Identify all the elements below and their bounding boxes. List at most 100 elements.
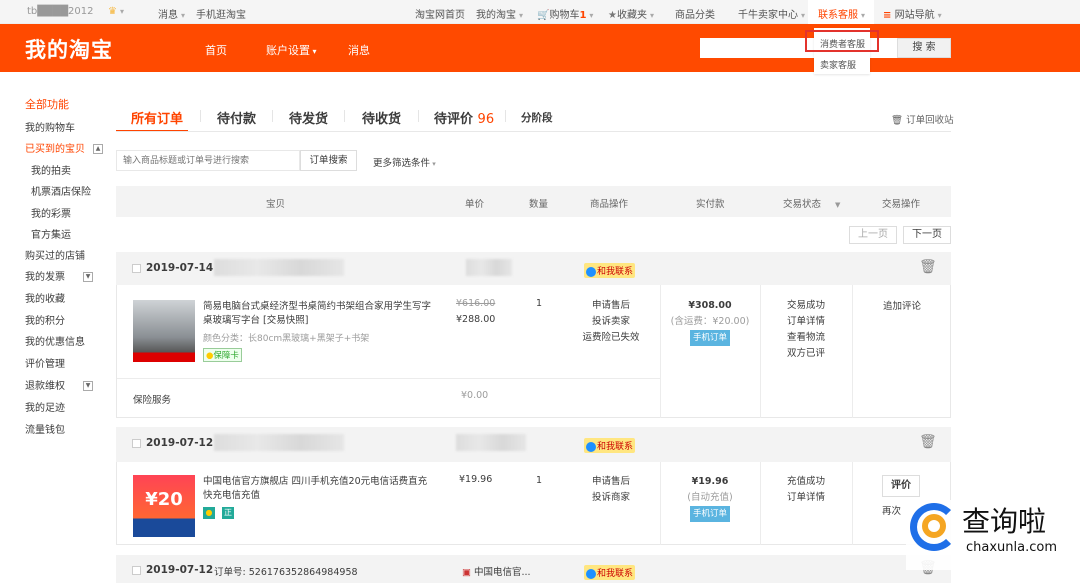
contact-seller-button[interactable]: 和我联系 bbox=[584, 438, 636, 453]
sidebar-item-bought[interactable]: 已买到的宝贝 ▲ bbox=[25, 140, 103, 155]
complain-seller-link[interactable]: 投诉卖家 bbox=[567, 314, 655, 330]
menu-icon: ≡ bbox=[883, 10, 892, 21]
highlight-box bbox=[805, 30, 879, 52]
sidebar-item-refund[interactable]: 退款维权 ▼ bbox=[25, 377, 93, 392]
mobile-order-tag: 手机订单 bbox=[689, 506, 730, 522]
shop-name-blurred bbox=[456, 434, 526, 451]
recycle-bin-link[interactable]: 🗑 订单回收站 bbox=[891, 112, 954, 126]
nav-home[interactable]: 首页 bbox=[205, 42, 227, 58]
sidebar-item[interactable]: 购买过的店铺 bbox=[25, 247, 85, 262]
order-header: 2019-07-12 订单号: 526176352864984958 ▣ 中国电… bbox=[116, 555, 951, 583]
order-checkbox[interactable]: 2019-07-12 bbox=[132, 437, 213, 449]
sidebar-item[interactable]: 机票酒店保险 bbox=[31, 183, 91, 198]
status-cell: 充值成功 订单详情 bbox=[760, 474, 852, 506]
insurance-service-label: 保险服务 bbox=[133, 395, 172, 406]
sidebar-item[interactable]: 评价管理 bbox=[25, 355, 65, 370]
order-number-blurred bbox=[214, 434, 344, 451]
customer-service-menu[interactable]: 联系客服 ▾ bbox=[808, 0, 874, 24]
sidebar-item[interactable]: 我的彩票 bbox=[31, 205, 71, 220]
logo[interactable]: 我的淘宝 bbox=[25, 34, 113, 64]
delete-order-icon[interactable]: 🗑 bbox=[919, 259, 937, 275]
categories-link[interactable]: 商品分类 bbox=[675, 6, 715, 21]
order-body: 简易电脑台式桌经济型书桌简约书架组合家用学生写字桌玻璃写字台 [交易快照] 颜色… bbox=[116, 285, 951, 418]
expand-icon: ▼ bbox=[83, 272, 93, 282]
total-paid: ¥19.96 bbox=[691, 476, 729, 487]
shop-icon: ▣ bbox=[462, 567, 471, 578]
apply-after-sale-link[interactable]: 申请售后 bbox=[567, 298, 655, 314]
search-button[interactable]: 搜 索 bbox=[897, 38, 951, 58]
apply-after-sale-link[interactable]: 申请售后 bbox=[567, 474, 655, 490]
home-link[interactable]: 淘宝网首页 bbox=[415, 6, 465, 21]
sidebar-item[interactable]: 流量钱包 bbox=[25, 421, 65, 436]
view-logistics-link[interactable]: 查看物流 bbox=[760, 330, 852, 346]
product-actions: 申请售后 投诉商家 bbox=[567, 474, 655, 506]
order-details-link[interactable]: 订单详情 bbox=[760, 490, 852, 506]
contact-seller-button[interactable]: 和我联系 bbox=[584, 263, 636, 278]
expand-icon: ▼ bbox=[83, 381, 93, 391]
my-taobao-link[interactable]: 我的淘宝 ▾ bbox=[476, 6, 523, 21]
order-checkbox[interactable]: 2019-07-14 bbox=[132, 262, 213, 274]
messages-link[interactable]: 消息 ▾ bbox=[158, 6, 185, 21]
order-header: 2019-07-14 和我联系 🗑 bbox=[116, 252, 951, 285]
next-page-button[interactable]: 下一页 bbox=[903, 226, 951, 244]
shop-link[interactable]: ▣ 中国电信官... bbox=[462, 564, 531, 578]
sidebar-item[interactable]: 我的收藏 bbox=[25, 290, 65, 305]
order-number: 订单号: 526176352864984958 bbox=[214, 567, 358, 578]
sidebar-item[interactable]: 官方集运 bbox=[31, 226, 71, 241]
username[interactable]: tb████2012 bbox=[27, 6, 93, 17]
shipping-insurance-status: 运费险已失效 bbox=[582, 332, 640, 343]
tab-pending-payment[interactable]: 待付款 bbox=[217, 108, 256, 127]
collapse-icon: ▲ bbox=[93, 144, 103, 154]
add-review-link[interactable]: 追加评论 bbox=[852, 298, 952, 312]
chat-icon bbox=[586, 441, 596, 452]
sidebar-item[interactable]: 我的优惠信息 bbox=[25, 333, 85, 348]
seller-center-link[interactable]: 千牛卖家中心 ▾ bbox=[738, 6, 805, 21]
prev-page-button[interactable]: 上一页 bbox=[849, 226, 897, 244]
tab-pending-review[interactable]: 待评价 96 bbox=[434, 108, 494, 127]
nav-account-settings[interactable]: 账户设置 ▾ bbox=[266, 42, 317, 58]
tab-pending-shipment[interactable]: 待发货 bbox=[289, 108, 328, 127]
nav-messages[interactable]: 消息 bbox=[348, 42, 370, 58]
sidebar-title[interactable]: 全部功能 bbox=[25, 96, 69, 112]
guarantee-icon: ● bbox=[203, 507, 215, 519]
product-title[interactable]: 中国电信官方旗舰店 四川手机充值20元电信话费直充快充电信充值 bbox=[203, 475, 433, 503]
status-cell: 交易成功 订单详情 查看物流 双方已评 bbox=[760, 298, 852, 362]
site-nav-link[interactable]: ≡ 网站导航 ▾ bbox=[883, 6, 942, 21]
unit-price: ¥19.96 bbox=[459, 474, 493, 485]
sidebar-item[interactable]: 我的拍卖 bbox=[31, 162, 71, 177]
cart-icon: 🛒 bbox=[537, 10, 550, 21]
cart-link[interactable]: 🛒购物车1 ▾ bbox=[537, 6, 593, 21]
order-checkbox[interactable]: 2019-07-12 bbox=[132, 564, 213, 576]
buy-again-link[interactable]: 再次 bbox=[882, 503, 901, 517]
sidebar-item[interactable]: 我的积分 bbox=[25, 312, 65, 327]
product-image[interactable] bbox=[133, 300, 195, 362]
original-price: ¥616.00 bbox=[456, 298, 496, 309]
complain-merchant-link[interactable]: 投诉商家 bbox=[567, 490, 655, 506]
quantity: 1 bbox=[536, 475, 543, 486]
status-filter[interactable]: 交易状态 ▼ bbox=[783, 196, 840, 210]
chat-icon bbox=[586, 568, 596, 579]
chat-icon bbox=[586, 266, 596, 277]
mobile-order-tag: 手机订单 bbox=[689, 330, 730, 346]
auto-recharge-note: (自动充值) bbox=[687, 492, 733, 503]
delete-order-icon[interactable]: 🗑 bbox=[919, 434, 937, 450]
product-image[interactable]: ¥20 bbox=[133, 475, 195, 537]
tab-pending-receipt[interactable]: 待收货 bbox=[362, 108, 401, 127]
sidebar-item-invoice[interactable]: 我的发票 ▼ bbox=[25, 268, 93, 283]
sidebar-item[interactable]: 我的足迹 bbox=[25, 399, 65, 414]
review-button[interactable]: 评价 bbox=[882, 475, 920, 497]
dropdown-item-seller-service[interactable]: 卖家客服 bbox=[820, 58, 856, 71]
sidebar-item[interactable]: 我的购物车 bbox=[25, 119, 75, 134]
order-search-input[interactable] bbox=[116, 150, 300, 171]
tab-installment[interactable]: 分阶段 bbox=[521, 110, 553, 125]
tab-all-orders[interactable]: 所有订单 bbox=[131, 108, 183, 127]
shop-name-blurred bbox=[466, 259, 512, 276]
contact-seller-button[interactable]: 和我联系 bbox=[584, 565, 636, 580]
more-filters-link[interactable]: 更多筛选条件 ▾ bbox=[373, 155, 436, 169]
order-search-button[interactable]: 订单搜索 bbox=[300, 150, 357, 171]
favorites-link[interactable]: ★收藏夹 ▾ bbox=[608, 6, 654, 21]
mobile-link[interactable]: 手机逛淘宝 bbox=[196, 6, 246, 21]
product-title[interactable]: 简易电脑台式桌经济型书桌简约书架组合家用学生写字桌玻璃写字台 [交易快照] bbox=[203, 300, 433, 328]
order-details-link[interactable]: 订单详情 bbox=[760, 314, 852, 330]
genuine-badge: 正 bbox=[222, 507, 234, 519]
